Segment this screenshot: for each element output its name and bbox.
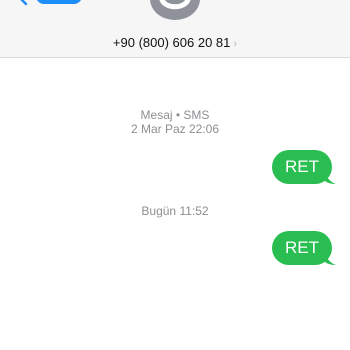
contact-number: +90 (800) 606 20 81 <box>112 35 231 50</box>
unread-badge: 33 <box>36 0 82 4</box>
message-bubble-outgoing[interactable]: RET <box>272 150 336 184</box>
message-text: RET <box>285 157 319 176</box>
contact-avatar-icon[interactable] <box>145 0 205 26</box>
service-label: Mesaj • SMS <box>140 108 210 122</box>
chevron-right-icon: › <box>233 38 238 50</box>
message-timestamp: Bugün 11:52 <box>141 204 209 218</box>
back-button[interactable]: 33 <box>16 0 82 10</box>
bubble-tail-icon <box>322 251 336 265</box>
contact-info-button[interactable]: +90 (800) 606 20 81 › <box>0 35 350 55</box>
message-bubble-outgoing[interactable]: RET <box>272 231 336 265</box>
bubble-tail-icon <box>322 170 336 184</box>
chevron-left-icon <box>20 0 28 6</box>
message-text: RET <box>285 238 319 257</box>
conversation-header: 33 +90 (800) 606 20 81› <box>0 0 350 58</box>
message-timestamp: 2 Mar Paz 22:06 <box>130 122 220 136</box>
messages-screen: 33 +90 (800) 606 20 81› Mesaj • SMS 2 Ma… <box>0 0 350 350</box>
